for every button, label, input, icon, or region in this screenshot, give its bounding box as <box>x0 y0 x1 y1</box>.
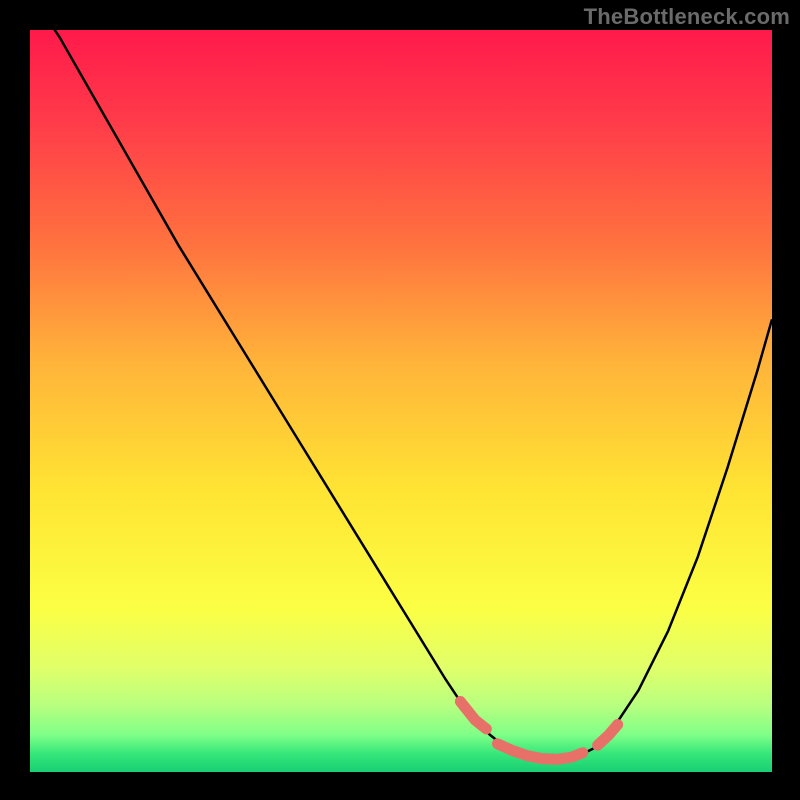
plot-area <box>30 30 772 772</box>
bottleneck-chart <box>0 0 800 800</box>
watermark-text: TheBottleneck.com <box>584 4 790 30</box>
chart-container: TheBottleneck.com <box>0 0 800 800</box>
